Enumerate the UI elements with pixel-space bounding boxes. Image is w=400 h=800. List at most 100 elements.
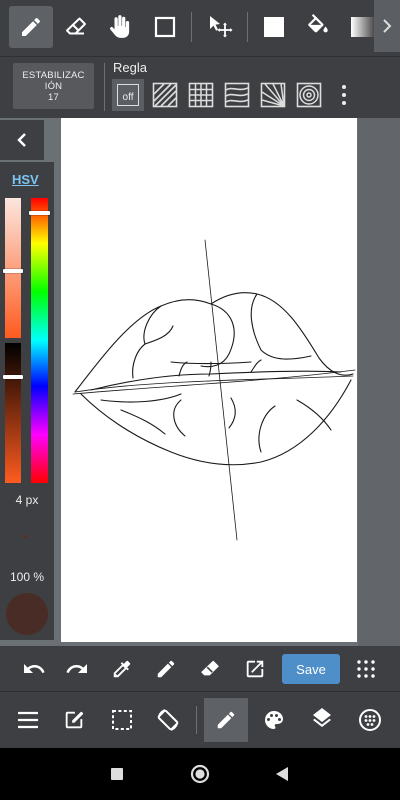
value-slider-handle[interactable] (3, 375, 23, 379)
eraser-icon (201, 660, 219, 676)
drawing-canvas[interactable] (61, 118, 357, 642)
square-shape-icon (154, 16, 176, 38)
eraser-tool-button[interactable] (54, 6, 98, 48)
ruler-off-button[interactable]: off (112, 79, 144, 111)
curved-ruler-icon (224, 82, 250, 108)
quick-pen-button[interactable] (148, 651, 184, 687)
move-tool-button[interactable] (198, 6, 242, 48)
saturation-slider-handle[interactable] (3, 269, 23, 273)
pen-icon (22, 17, 40, 36)
top-toolbar (0, 0, 400, 56)
square-recents-icon (111, 768, 123, 780)
toolbar-more-button[interactable] (374, 0, 400, 52)
ruler-divider (104, 63, 105, 111)
kebab-dot (342, 93, 346, 97)
ruler-label: Regla (113, 60, 147, 75)
redo-button[interactable] (59, 651, 95, 687)
palette-icon (265, 711, 283, 729)
concentric-ruler-icon (296, 82, 322, 108)
rotate-canvas-button[interactable] (146, 698, 190, 742)
brush-size-preview (24, 535, 27, 538)
shape-tool-button[interactable] (143, 6, 187, 48)
eraser-icon (66, 17, 86, 35)
saturation-slider[interactable] (5, 198, 21, 338)
hand-tool-button[interactable] (99, 6, 143, 48)
brush-button[interactable] (204, 698, 248, 742)
curved-ruler-button[interactable] (221, 79, 253, 111)
action-bar: Save (0, 646, 400, 692)
value-slider[interactable] (5, 343, 21, 483)
home-button[interactable] (188, 762, 212, 786)
chevron-left-icon (17, 133, 26, 147)
grid-ruler-icon (188, 82, 214, 108)
pen-tool-button[interactable] (9, 6, 53, 48)
radial-ruler-button[interactable] (257, 79, 289, 111)
materials-button[interactable] (348, 698, 392, 742)
stabilizer-value: 17 (48, 91, 59, 103)
toolbar-divider (247, 12, 248, 42)
workspace-right-margin (358, 118, 400, 646)
layers-button[interactable] (300, 698, 344, 742)
rotate-icon (157, 709, 179, 731)
fill-color-icon (264, 17, 284, 37)
undo-button[interactable] (16, 651, 52, 687)
kebab-dot (342, 101, 346, 105)
circle-home-icon (190, 764, 210, 784)
back-button[interactable] (270, 762, 294, 786)
ruler-off-label: off (122, 92, 134, 103)
recents-button[interactable] (105, 762, 129, 786)
color-panel: HSV 4 px 100 % (0, 162, 54, 640)
stabilizer-button[interactable]: ESTABILIZAC IÓN 17 (13, 63, 94, 109)
eyedropper-button[interactable] (104, 651, 140, 687)
stabilizer-label-line2: IÓN (44, 80, 63, 92)
palette-button[interactable] (252, 698, 296, 742)
pen-icon (157, 660, 175, 678)
bucket-tool-button[interactable] (296, 6, 340, 48)
parallel-ruler-button[interactable] (149, 79, 181, 111)
layers-icon (313, 708, 331, 727)
chevron-right-icon (383, 19, 392, 33)
open-external-icon (246, 660, 264, 678)
grid-ruler-button[interactable] (185, 79, 217, 111)
gradient-icon (351, 17, 375, 37)
hue-slider-handle[interactable] (29, 211, 50, 215)
brush-opacity-label[interactable]: 100 % (0, 570, 54, 584)
brush-size-label[interactable]: 4 px (0, 493, 54, 507)
hue-slider[interactable] (31, 198, 48, 483)
bottom-menu (0, 692, 400, 748)
main-menu-button[interactable] (6, 698, 50, 742)
edit-icon (65, 711, 84, 729)
stabilizer-label-line1: ESTABILIZAC (22, 69, 85, 81)
undo-icon (24, 664, 45, 673)
save-button[interactable]: Save (282, 654, 340, 684)
collapse-panel-button[interactable] (0, 120, 44, 160)
gradient-tool-button[interactable] (341, 6, 375, 48)
lips-sketch (72, 239, 356, 541)
concentric-ruler-button[interactable] (293, 79, 325, 111)
materials-icon (359, 709, 381, 731)
edit-button[interactable] (52, 698, 96, 742)
redo-icon (66, 664, 87, 673)
menu-icon (18, 711, 38, 729)
share-button[interactable] (237, 651, 273, 687)
quick-eraser-button[interactable] (192, 651, 228, 687)
parallel-ruler-icon (152, 82, 178, 108)
ruler-more-button[interactable] (338, 83, 350, 107)
selection-icon (112, 710, 132, 730)
hand-icon (110, 15, 130, 38)
current-color-swatch[interactable] (6, 593, 48, 635)
kebab-dot (342, 85, 346, 89)
fill-color-button[interactable] (252, 6, 296, 48)
ruler-bar: ESTABILIZAC IÓN 17 Regla off (0, 56, 400, 118)
grid-dots-icon (357, 660, 375, 678)
toolbar-divider (191, 12, 192, 42)
brush-icon (217, 711, 235, 729)
grid-menu-button[interactable] (348, 651, 384, 687)
bottom-menu-divider (196, 706, 197, 734)
color-mode-toggle[interactable]: HSV (12, 172, 39, 187)
move-select-icon (210, 16, 233, 38)
radial-ruler-icon (260, 82, 286, 108)
selection-button[interactable] (100, 698, 144, 742)
bucket-icon (308, 14, 328, 33)
eyedropper-icon (113, 660, 131, 678)
